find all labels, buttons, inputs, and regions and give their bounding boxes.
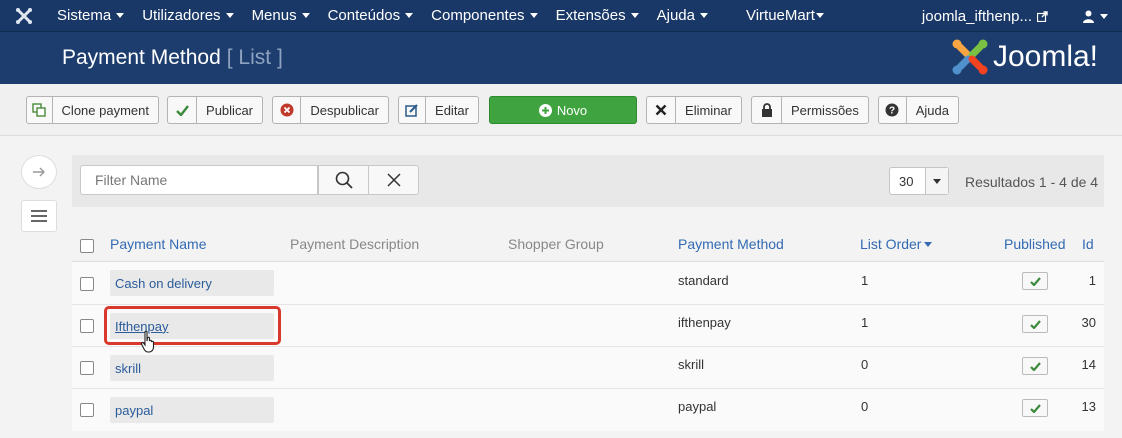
user-icon [1083, 10, 1094, 23]
page-header: Payment Method[ List ] Joomla! [0, 32, 1122, 84]
published-toggle[interactable] [1022, 315, 1048, 333]
row-checkbox[interactable] [80, 403, 94, 417]
check-icon [1029, 403, 1041, 413]
page-title: Payment Method[ List ] [62, 46, 283, 69]
hamburger-icon [31, 210, 47, 222]
permissions-button[interactable]: Permissões [751, 96, 869, 124]
id-cell: 14 [1081, 357, 1096, 372]
list-order-cell: 1 [861, 273, 869, 288]
svg-text:?: ? [889, 106, 895, 117]
top-navbar: Sistema Utilizadores Menus Conteúdos Com… [0, 0, 1122, 32]
header-payment-name[interactable]: Payment Name [110, 236, 206, 252]
sidebar-toggle-button[interactable] [21, 155, 57, 189]
menu-menus[interactable]: Menus [243, 0, 319, 32]
new-button[interactable]: Novo [489, 96, 637, 124]
menu-conteudos[interactable]: Conteúdos [319, 0, 423, 32]
table-row: Cash on delivery standard 1 1 [72, 262, 1104, 305]
plus-circle-icon [538, 103, 552, 117]
joomla-menu-icon[interactable] [0, 0, 48, 32]
payment-method-cell: skrill [678, 357, 704, 372]
help-button[interactable]: ? Ajuda [878, 96, 959, 124]
payment-method-cell: paypal [678, 399, 717, 414]
menu-componentes[interactable]: Componentes [422, 0, 546, 32]
joomla-logo-icon [952, 39, 988, 75]
search-icon [335, 171, 353, 189]
published-toggle[interactable] [1022, 272, 1048, 290]
unpublish-button[interactable]: Despublicar [272, 96, 389, 124]
joomla-brand-text: Joomla! [992, 40, 1098, 73]
published-toggle[interactable] [1022, 399, 1048, 417]
filter-name-input[interactable]: Filter Name [80, 165, 318, 195]
list-order-cell: 0 [861, 399, 869, 414]
list-order-cell: 0 [861, 357, 869, 372]
id-cell: 13 [1081, 399, 1096, 414]
check-icon [1029, 361, 1041, 371]
hand-cursor-icon [140, 330, 155, 353]
lock-icon [752, 97, 782, 123]
check-icon [1029, 319, 1041, 329]
list-order-cell: 1 [861, 315, 869, 330]
payment-method-cell: ifthenpay [678, 315, 731, 330]
close-icon [386, 173, 401, 187]
row-checkbox[interactable] [80, 361, 94, 375]
menu-toggle-button[interactable] [21, 200, 57, 232]
page-subtitle: [ List ] [226, 46, 283, 69]
user-menu[interactable] [1073, 0, 1122, 32]
publish-button[interactable]: Publicar [167, 96, 263, 124]
edit-button[interactable]: Editar [398, 96, 479, 124]
arrow-right-icon [33, 167, 45, 177]
row-checkbox[interactable] [80, 319, 94, 333]
menu-utilizadores[interactable]: Utilizadores [133, 0, 242, 32]
menu-extensoes[interactable]: Extensões [547, 0, 648, 32]
times-icon [647, 97, 677, 123]
header-shopper-group: Shopper Group [508, 236, 604, 252]
header-list-order[interactable]: List Order [860, 236, 933, 252]
payment-name-link[interactable]: skrill [110, 355, 274, 381]
payment-name-link[interactable]: Cash on delivery [110, 270, 274, 296]
payment-method-cell: standard [678, 273, 729, 288]
filter-bar: Filter Name 30 Resultados 1 - 4 de 4 [72, 155, 1104, 207]
highlight-box [104, 306, 281, 345]
header-published[interactable]: Published [1004, 236, 1066, 252]
header-id[interactable]: Id [1082, 236, 1094, 252]
unpublish-icon [273, 97, 302, 123]
edit-icon [399, 97, 427, 123]
delete-button[interactable]: Eliminar [646, 96, 742, 124]
menu-virtuemart[interactable]: VirtueMart [737, 0, 833, 32]
header-payment-method[interactable]: Payment Method [678, 236, 784, 252]
menu-ajuda[interactable]: Ajuda [648, 0, 717, 32]
id-cell: 1 [1088, 273, 1096, 288]
joomla-logo: Joomla! [951, 38, 1098, 76]
caret-down-icon [924, 168, 948, 194]
row-checkbox[interactable] [80, 277, 94, 291]
header-payment-description: Payment Description [290, 236, 420, 252]
check-icon [168, 97, 198, 123]
results-counter: Resultados 1 - 4 de 4 [965, 174, 1099, 190]
toolbar: Clone payment Publicar Despublicar Edita… [0, 84, 1122, 136]
clone-payment-button[interactable]: Clone payment [26, 96, 159, 124]
copy-icon [27, 97, 53, 123]
payment-name-link[interactable]: paypal [110, 397, 274, 423]
menu-sistema[interactable]: Sistema [48, 0, 133, 32]
select-all-checkbox[interactable] [80, 239, 94, 253]
site-link[interactable]: joomla_ifthenp... [913, 0, 1057, 32]
table-header: Payment Name Payment Description Shopper… [72, 226, 1104, 262]
check-icon [1029, 276, 1041, 286]
published-toggle[interactable] [1022, 357, 1048, 375]
id-cell: 30 [1081, 315, 1096, 330]
question-icon: ? [879, 97, 907, 123]
table-row: skrill skrill 0 14 [72, 347, 1104, 389]
search-button[interactable] [318, 165, 369, 195]
external-link-icon [1037, 10, 1048, 22]
clear-button[interactable] [368, 165, 419, 195]
filter-name-placeholder: Filter Name [95, 172, 168, 188]
list-limit-select[interactable]: 30 [889, 167, 949, 195]
table-row: paypal paypal 0 13 [72, 389, 1104, 431]
